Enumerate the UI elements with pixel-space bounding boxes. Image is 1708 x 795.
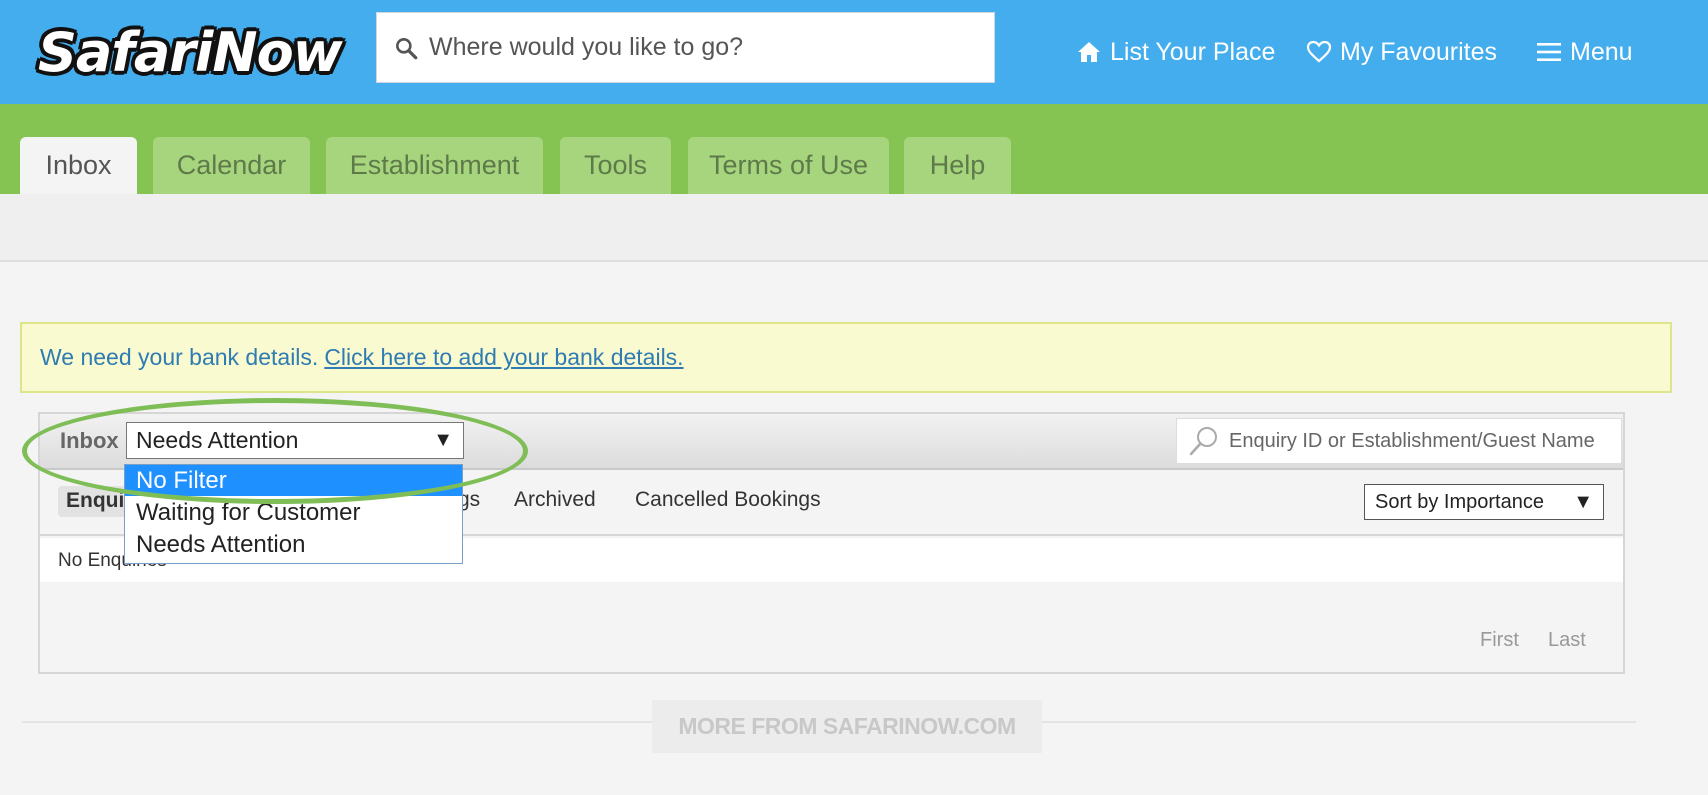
tab-inbox[interactable]: Inbox xyxy=(20,137,137,194)
tab-tools[interactable]: Tools xyxy=(560,137,671,194)
menu-label: Menu xyxy=(1570,37,1633,66)
inbox-label: Inbox xyxy=(60,428,119,453)
search-icon xyxy=(1189,427,1217,456)
list-your-place-link[interactable]: List Your Place xyxy=(1076,30,1275,74)
sort-selected-value: Sort by Importance xyxy=(1375,490,1544,513)
tab-terms-of-use[interactable]: Terms of Use xyxy=(688,137,889,194)
destination-search[interactable] xyxy=(376,12,995,83)
tab-establishment[interactable]: Establishment xyxy=(326,137,543,194)
inbox-filter-select[interactable]: Needs Attention ▼ xyxy=(126,422,464,459)
pager-first-link[interactable]: First xyxy=(1480,629,1519,652)
filter-dropdown-list: No Filter Waiting for Customer Needs Att… xyxy=(124,464,463,564)
site-header: SafariNow List Your Place My Favourites … xyxy=(0,0,1708,104)
dropdown-arrow-icon: ▼ xyxy=(1573,491,1593,513)
heart-icon xyxy=(1306,40,1332,63)
sub-toolbar xyxy=(0,194,1708,262)
destination-search-input[interactable] xyxy=(429,33,949,62)
safarinow-logo[interactable]: SafariNow xyxy=(38,16,343,88)
hamburger-menu-icon xyxy=(1537,43,1561,61)
list-your-place-label: List Your Place xyxy=(1110,37,1276,66)
subtab-cancelled-bookings[interactable]: Cancelled Bookings xyxy=(635,488,821,512)
dropdown-arrow-icon: ▼ xyxy=(433,429,453,451)
filter-selected-value: Needs Attention xyxy=(136,427,299,453)
tab-calendar[interactable]: Calendar xyxy=(153,137,310,194)
pager-last-link[interactable]: Last xyxy=(1548,629,1586,652)
menu-button[interactable]: Menu xyxy=(1536,30,1633,74)
sort-select[interactable]: Sort by Importance ▼ xyxy=(1364,484,1604,520)
notice-text: We need your bank details. xyxy=(40,344,319,370)
my-favourites-link[interactable]: My Favourites xyxy=(1306,30,1497,74)
inbox-panel-header: Inbox Needs Attention ▼ xyxy=(40,414,1623,470)
filter-option-needs-attention[interactable]: Needs Attention xyxy=(125,529,462,560)
my-favourites-label: My Favourites xyxy=(1340,37,1497,66)
tab-help[interactable]: Help xyxy=(904,137,1011,194)
subtab-archived[interactable]: Archived xyxy=(514,488,596,512)
home-icon xyxy=(1078,42,1100,62)
filter-option-waiting-for-customer[interactable]: Waiting for Customer xyxy=(125,497,462,528)
bank-details-notice: We need your bank details. Click here to… xyxy=(20,322,1672,393)
more-from-safarinow-button[interactable]: MORE FROM SAFARINOW.COM xyxy=(652,700,1042,753)
enquiry-search-input[interactable] xyxy=(1229,429,1619,453)
filter-option-no-filter[interactable]: No Filter xyxy=(125,465,462,496)
subtab-enquiries[interactable]: Enqui xyxy=(58,486,133,517)
add-bank-details-link[interactable]: Click here to add your bank details. xyxy=(324,344,683,371)
enquiry-search[interactable] xyxy=(1176,418,1622,464)
search-icon xyxy=(396,37,418,59)
